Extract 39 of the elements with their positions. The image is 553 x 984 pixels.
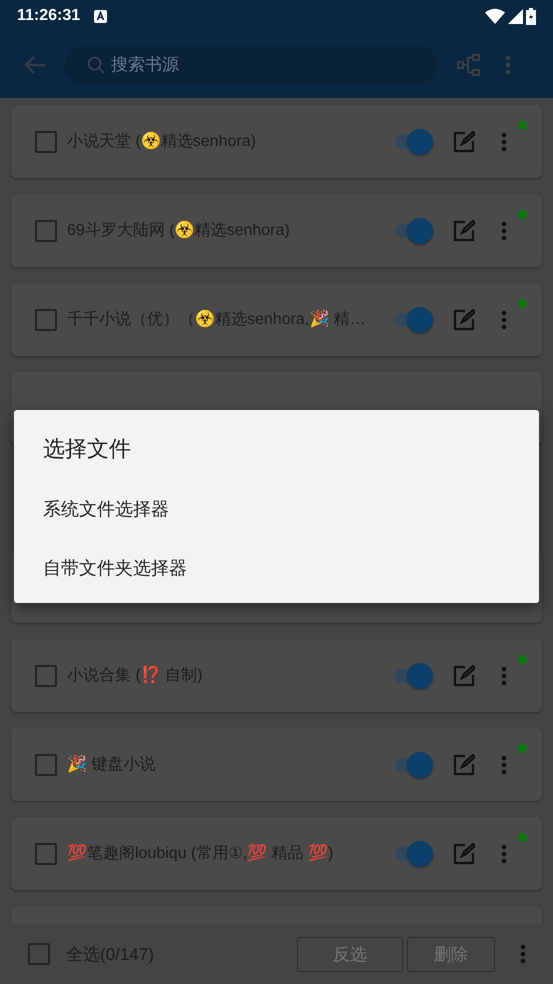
- search-field[interactable]: 搜索书源: [65, 46, 437, 84]
- search-icon: [87, 56, 105, 74]
- edit-icon[interactable]: [453, 130, 475, 152]
- more-icon[interactable]: [520, 944, 526, 964]
- dialog-option[interactable]: 系统文件选择器: [14, 479, 539, 538]
- edit-icon[interactable]: [453, 308, 475, 330]
- more-icon[interactable]: [501, 754, 507, 774]
- more-icon[interactable]: [505, 55, 511, 75]
- more-icon[interactable]: [501, 220, 507, 240]
- edit-icon[interactable]: [453, 842, 475, 864]
- more-icon[interactable]: [501, 132, 507, 152]
- group-icon[interactable]: [457, 54, 481, 76]
- edit-icon[interactable]: [453, 220, 475, 242]
- checkbox[interactable]: [35, 308, 57, 330]
- checkbox[interactable]: [35, 220, 57, 242]
- toggle-switch[interactable]: [393, 844, 431, 864]
- battery-charging-icon: [526, 8, 536, 24]
- checkbox[interactable]: [35, 842, 57, 864]
- checkbox[interactable]: [35, 754, 57, 776]
- dialog-title: 选择文件: [43, 435, 131, 463]
- clock: 11:26:31: [17, 7, 80, 25]
- more-icon[interactable]: [501, 310, 507, 330]
- signal-icon: [508, 8, 523, 24]
- toggle-switch[interactable]: [393, 754, 431, 774]
- checkbox[interactable]: [35, 664, 57, 686]
- toggle-switch[interactable]: [393, 220, 431, 240]
- more-icon[interactable]: [501, 666, 507, 686]
- select-all-checkbox[interactable]: [28, 943, 50, 965]
- edit-icon[interactable]: [453, 754, 475, 776]
- toggle-switch[interactable]: [393, 310, 431, 330]
- app-notification-icon: [94, 10, 108, 22]
- toggle-switch[interactable]: [393, 132, 431, 152]
- more-icon[interactable]: [501, 844, 507, 864]
- checkbox[interactable]: [35, 130, 57, 152]
- dialog-option[interactable]: 自带文件夹选择器: [14, 538, 539, 597]
- wifi-icon: [485, 8, 505, 24]
- toggle-switch[interactable]: [393, 666, 431, 686]
- edit-icon[interactable]: [453, 664, 475, 686]
- back-arrow-icon[interactable]: [24, 56, 45, 74]
